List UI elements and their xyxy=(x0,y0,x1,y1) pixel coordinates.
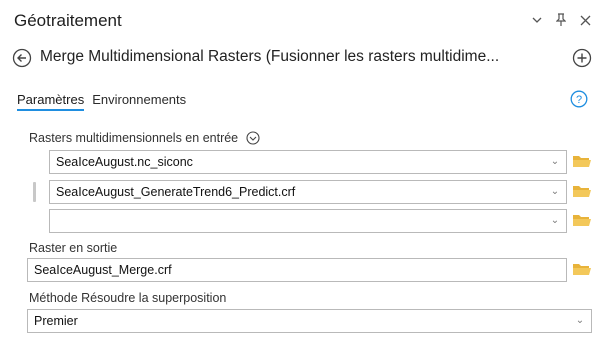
pane-window-controls xyxy=(530,12,592,28)
input-raster-combo-1[interactable]: SeaIceAugust.nc_siconc ⌄ xyxy=(49,150,567,174)
input-raster-combo-2[interactable]: SeaIceAugust_GenerateTrend6_Predict.crf … xyxy=(49,180,567,204)
dropdown-chevron-icon[interactable]: ⌄ xyxy=(550,211,560,231)
chevron-down-icon[interactable] xyxy=(530,12,544,28)
overlap-method-value: Premier xyxy=(34,314,78,328)
row-drag-handle[interactable] xyxy=(33,182,36,202)
overlap-method-label: Méthode Résoudre la superposition xyxy=(29,291,227,305)
dropdown-chevron-icon[interactable]: ⌄ xyxy=(550,152,560,172)
dropdown-chevron-icon[interactable]: ⌄ xyxy=(575,311,585,331)
svg-text:?: ? xyxy=(576,94,582,106)
input-raster-row-3: ⌄ xyxy=(49,209,592,233)
folder-icon[interactable] xyxy=(572,211,592,229)
input-raster-row-1: SeaIceAugust.nc_siconc ⌄ xyxy=(49,150,592,174)
input-raster-row-2: SeaIceAugust_GenerateTrend6_Predict.crf … xyxy=(49,180,592,204)
tab-environnements[interactable]: Environnements xyxy=(92,92,186,111)
output-raster-value: SeaIceAugust_Merge.crf xyxy=(34,263,172,277)
overlap-method-row: Premier ⌄ xyxy=(27,309,592,333)
pane-title: Géotraitement xyxy=(14,11,122,30)
add-circle-icon[interactable] xyxy=(572,48,592,68)
folder-icon[interactable] xyxy=(572,182,592,200)
output-raster-row: SeaIceAugust_Merge.crf xyxy=(27,258,592,282)
folder-icon[interactable] xyxy=(572,152,592,170)
geoprocessing-pane: Géotraitement Merge Multidimensional Ras… xyxy=(0,0,600,347)
tab-bar: Paramètres Environnements xyxy=(17,92,186,111)
close-icon[interactable] xyxy=(578,12,592,28)
pin-icon[interactable] xyxy=(554,12,568,28)
output-raster-field[interactable]: SeaIceAugust_Merge.crf xyxy=(27,258,567,282)
expand-chevron-icon[interactable] xyxy=(246,131,260,145)
back-arrow-icon[interactable] xyxy=(12,48,32,68)
folder-icon[interactable] xyxy=(572,260,592,278)
pane-titlebar: Géotraitement xyxy=(14,10,592,32)
input-raster-value-1: SeaIceAugust.nc_siconc xyxy=(56,155,193,169)
overlap-method-select[interactable]: Premier ⌄ xyxy=(27,309,592,333)
dropdown-chevron-icon[interactable]: ⌄ xyxy=(550,182,560,202)
help-icon[interactable]: ? xyxy=(570,90,588,108)
tab-parametres[interactable]: Paramètres xyxy=(17,92,85,111)
tool-header: Merge Multidimensional Rasters (Fusionne… xyxy=(12,46,592,70)
output-raster-label: Raster en sortie xyxy=(29,241,118,255)
input-rasters-label: Rasters multidimensionnels en entrée xyxy=(29,131,260,145)
tool-title: Merge Multidimensional Rasters (Fusionne… xyxy=(40,48,500,65)
input-raster-value-2: SeaIceAugust_GenerateTrend6_Predict.crf xyxy=(56,185,296,199)
input-rasters-label-text: Rasters multidimensionnels en entrée xyxy=(29,131,239,145)
input-raster-combo-3[interactable]: ⌄ xyxy=(49,209,567,233)
